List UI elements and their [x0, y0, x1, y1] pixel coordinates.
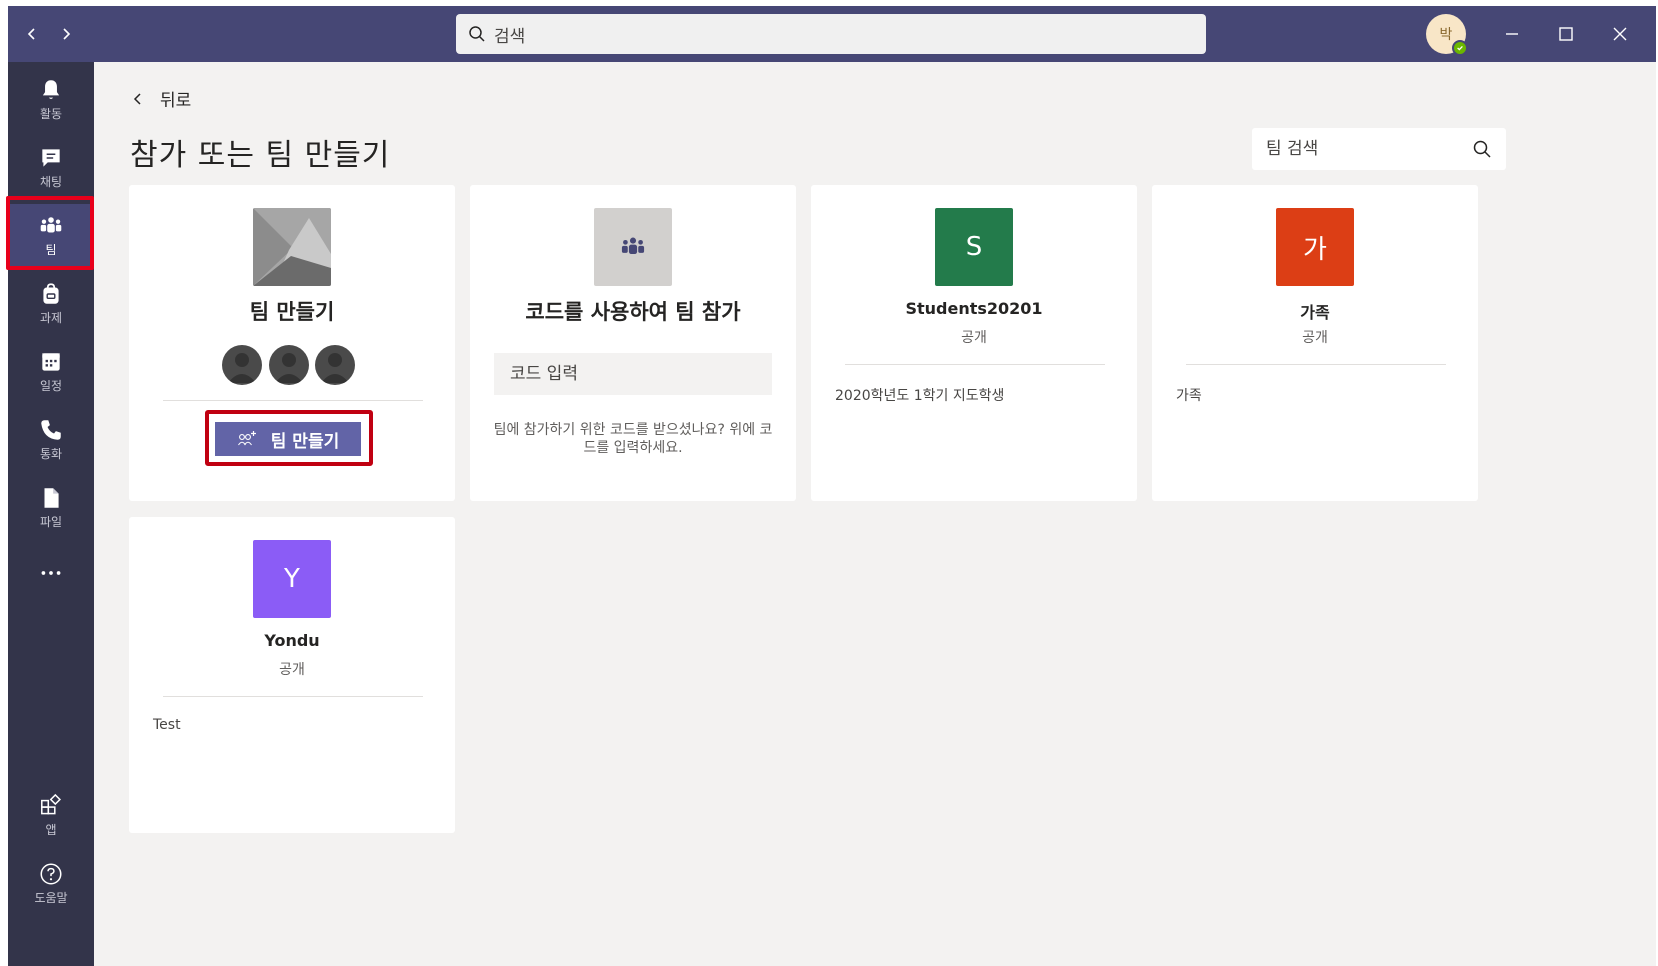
global-search-placeholder: 검색: [494, 26, 526, 47]
rail-item-activity[interactable]: 활동: [8, 68, 94, 130]
teams-icon: [40, 216, 62, 232]
team-privacy: 공개: [961, 330, 987, 346]
rail-item-apps[interactable]: 앱: [8, 784, 94, 846]
file-icon: [44, 487, 59, 508]
team-name: Yondu: [264, 631, 320, 650]
create-team-button-label: 팀 만들기: [270, 431, 340, 452]
create-team-title: 팀 만들기: [249, 300, 335, 324]
team-avatar: 가: [1276, 208, 1354, 286]
rail-label-files: 파일: [39, 514, 63, 529]
avatar-initial: 박: [1439, 27, 1453, 43]
bell-icon: [42, 79, 60, 99]
rail-label-chat: 채팅: [39, 174, 63, 189]
card-divider: [845, 364, 1105, 365]
chevron-left-icon: [133, 92, 141, 105]
chevron-right-icon: [63, 28, 71, 40]
team-name: Students20201: [905, 299, 1043, 318]
app-rail: 활동 채팅 팀 과제 일정 통화 파일 앱 도움말: [6, 62, 94, 966]
back-link[interactable]: 뒤로: [130, 86, 191, 111]
team-description: Test: [153, 717, 181, 733]
more-horizontal-icon: [41, 571, 61, 575]
title-bar: 검색 박: [8, 6, 1656, 62]
card-divider: [163, 696, 423, 697]
team-code-input[interactable]: [494, 353, 772, 395]
team-search-box: [1252, 128, 1506, 170]
close-icon: [1613, 27, 1627, 41]
rail-item-help[interactable]: 도움말: [8, 852, 94, 914]
maximize-button[interactable]: [1546, 16, 1586, 52]
chat-icon: [42, 148, 60, 167]
rail-label-calls: 통화: [39, 446, 63, 461]
close-button[interactable]: [1600, 16, 1640, 52]
team-description: 가족: [1176, 388, 1202, 404]
rail-item-calendar[interactable]: 일정: [8, 340, 94, 402]
person-placeholder-icon: [315, 345, 355, 385]
user-avatar[interactable]: 박: [1426, 14, 1468, 56]
card-divider: [1186, 364, 1446, 365]
person-placeholder-icon: [269, 345, 309, 385]
rail-label-calendar: 일정: [39, 378, 63, 393]
person-placeholder-icon: [222, 345, 262, 385]
apps-icon: [41, 793, 62, 814]
maximize-icon: [1559, 27, 1573, 41]
team-initial: S: [965, 232, 983, 262]
help-icon: [40, 862, 62, 885]
presence-available-icon: [1452, 40, 1468, 56]
join-card-title: 코드를 사용하여 팀 참가: [525, 300, 741, 324]
search-icon[interactable]: [1472, 139, 1492, 159]
placeholder-image-icon: [253, 208, 331, 286]
team-card-family[interactable]: 가 가족 공개 가족: [1152, 185, 1478, 501]
create-team-card: 팀 만들기 팀 만들기: [129, 185, 455, 501]
team-search-input[interactable]: [1266, 139, 1466, 159]
team-privacy: 공개: [1302, 330, 1328, 346]
rail-item-chat[interactable]: 채팅: [8, 136, 94, 198]
back-label: 뒤로: [160, 91, 192, 111]
rail-more-button[interactable]: [8, 542, 94, 604]
rail-label-help: 도움말: [34, 890, 68, 905]
main-content: 뒤로 참가 또는 팀 만들기 팀 만들기 팀 만들기: [94, 62, 1656, 966]
rail-label-assignments: 과제: [39, 310, 63, 325]
team-avatar: S: [935, 208, 1013, 286]
add-people-icon: [237, 431, 256, 446]
chevron-left-icon: [27, 28, 35, 40]
teams-window: 검색 박 활동 채팅 팀 과제 일정 통화 파일 앱 도움말 뒤로 참가 또는 …: [6, 6, 1656, 966]
page-title: 참가 또는 팀 만들기: [130, 138, 391, 173]
calendar-icon: [42, 352, 60, 371]
minimize-icon: [1506, 33, 1518, 35]
team-initial: Y: [284, 564, 300, 594]
team-avatar: Y: [253, 540, 331, 618]
team-description: 2020학년도 1학기 지도학생: [835, 388, 1005, 404]
join-team-image: [594, 208, 672, 286]
create-team-image: [253, 208, 331, 286]
rail-label-activity: 활동: [39, 106, 63, 121]
join-code-hint: 팀에 참가하기 위한 코드를 받으셨나요? 위에 코드를 입력하세요.: [493, 422, 773, 456]
card-divider: [163, 400, 423, 401]
rail-label-teams: 팀: [45, 242, 57, 257]
rail-item-calls[interactable]: 통화: [8, 408, 94, 470]
minimize-button[interactable]: [1492, 16, 1532, 52]
team-initial: 가: [1303, 234, 1327, 265]
team-name: 가족: [1300, 303, 1330, 322]
rail-item-teams[interactable]: 팀: [8, 204, 94, 266]
team-card-students20201[interactable]: S Students20201 공개 2020학년도 1학기 지도학생: [811, 185, 1137, 501]
forward-arrow-button[interactable]: [52, 20, 80, 48]
rail-item-assignments[interactable]: 과제: [8, 272, 94, 334]
team-card-yondu[interactable]: Y Yondu 공개 Test: [129, 517, 455, 833]
search-icon: [469, 26, 485, 42]
back-arrow-button[interactable]: [18, 20, 46, 48]
team-privacy: 공개: [279, 662, 305, 678]
join-with-code-card: 코드를 사용하여 팀 참가 팀에 참가하기 위한 코드를 받으셨나요? 위에 코…: [470, 185, 796, 501]
teams-icon: [621, 237, 645, 254]
rail-item-files[interactable]: 파일: [8, 476, 94, 538]
backpack-icon: [43, 282, 59, 304]
phone-icon: [41, 419, 61, 440]
create-team-button[interactable]: 팀 만들기: [215, 422, 361, 456]
global-search-box[interactable]: 검색: [456, 14, 1206, 54]
rail-label-apps: 앱: [45, 822, 57, 837]
